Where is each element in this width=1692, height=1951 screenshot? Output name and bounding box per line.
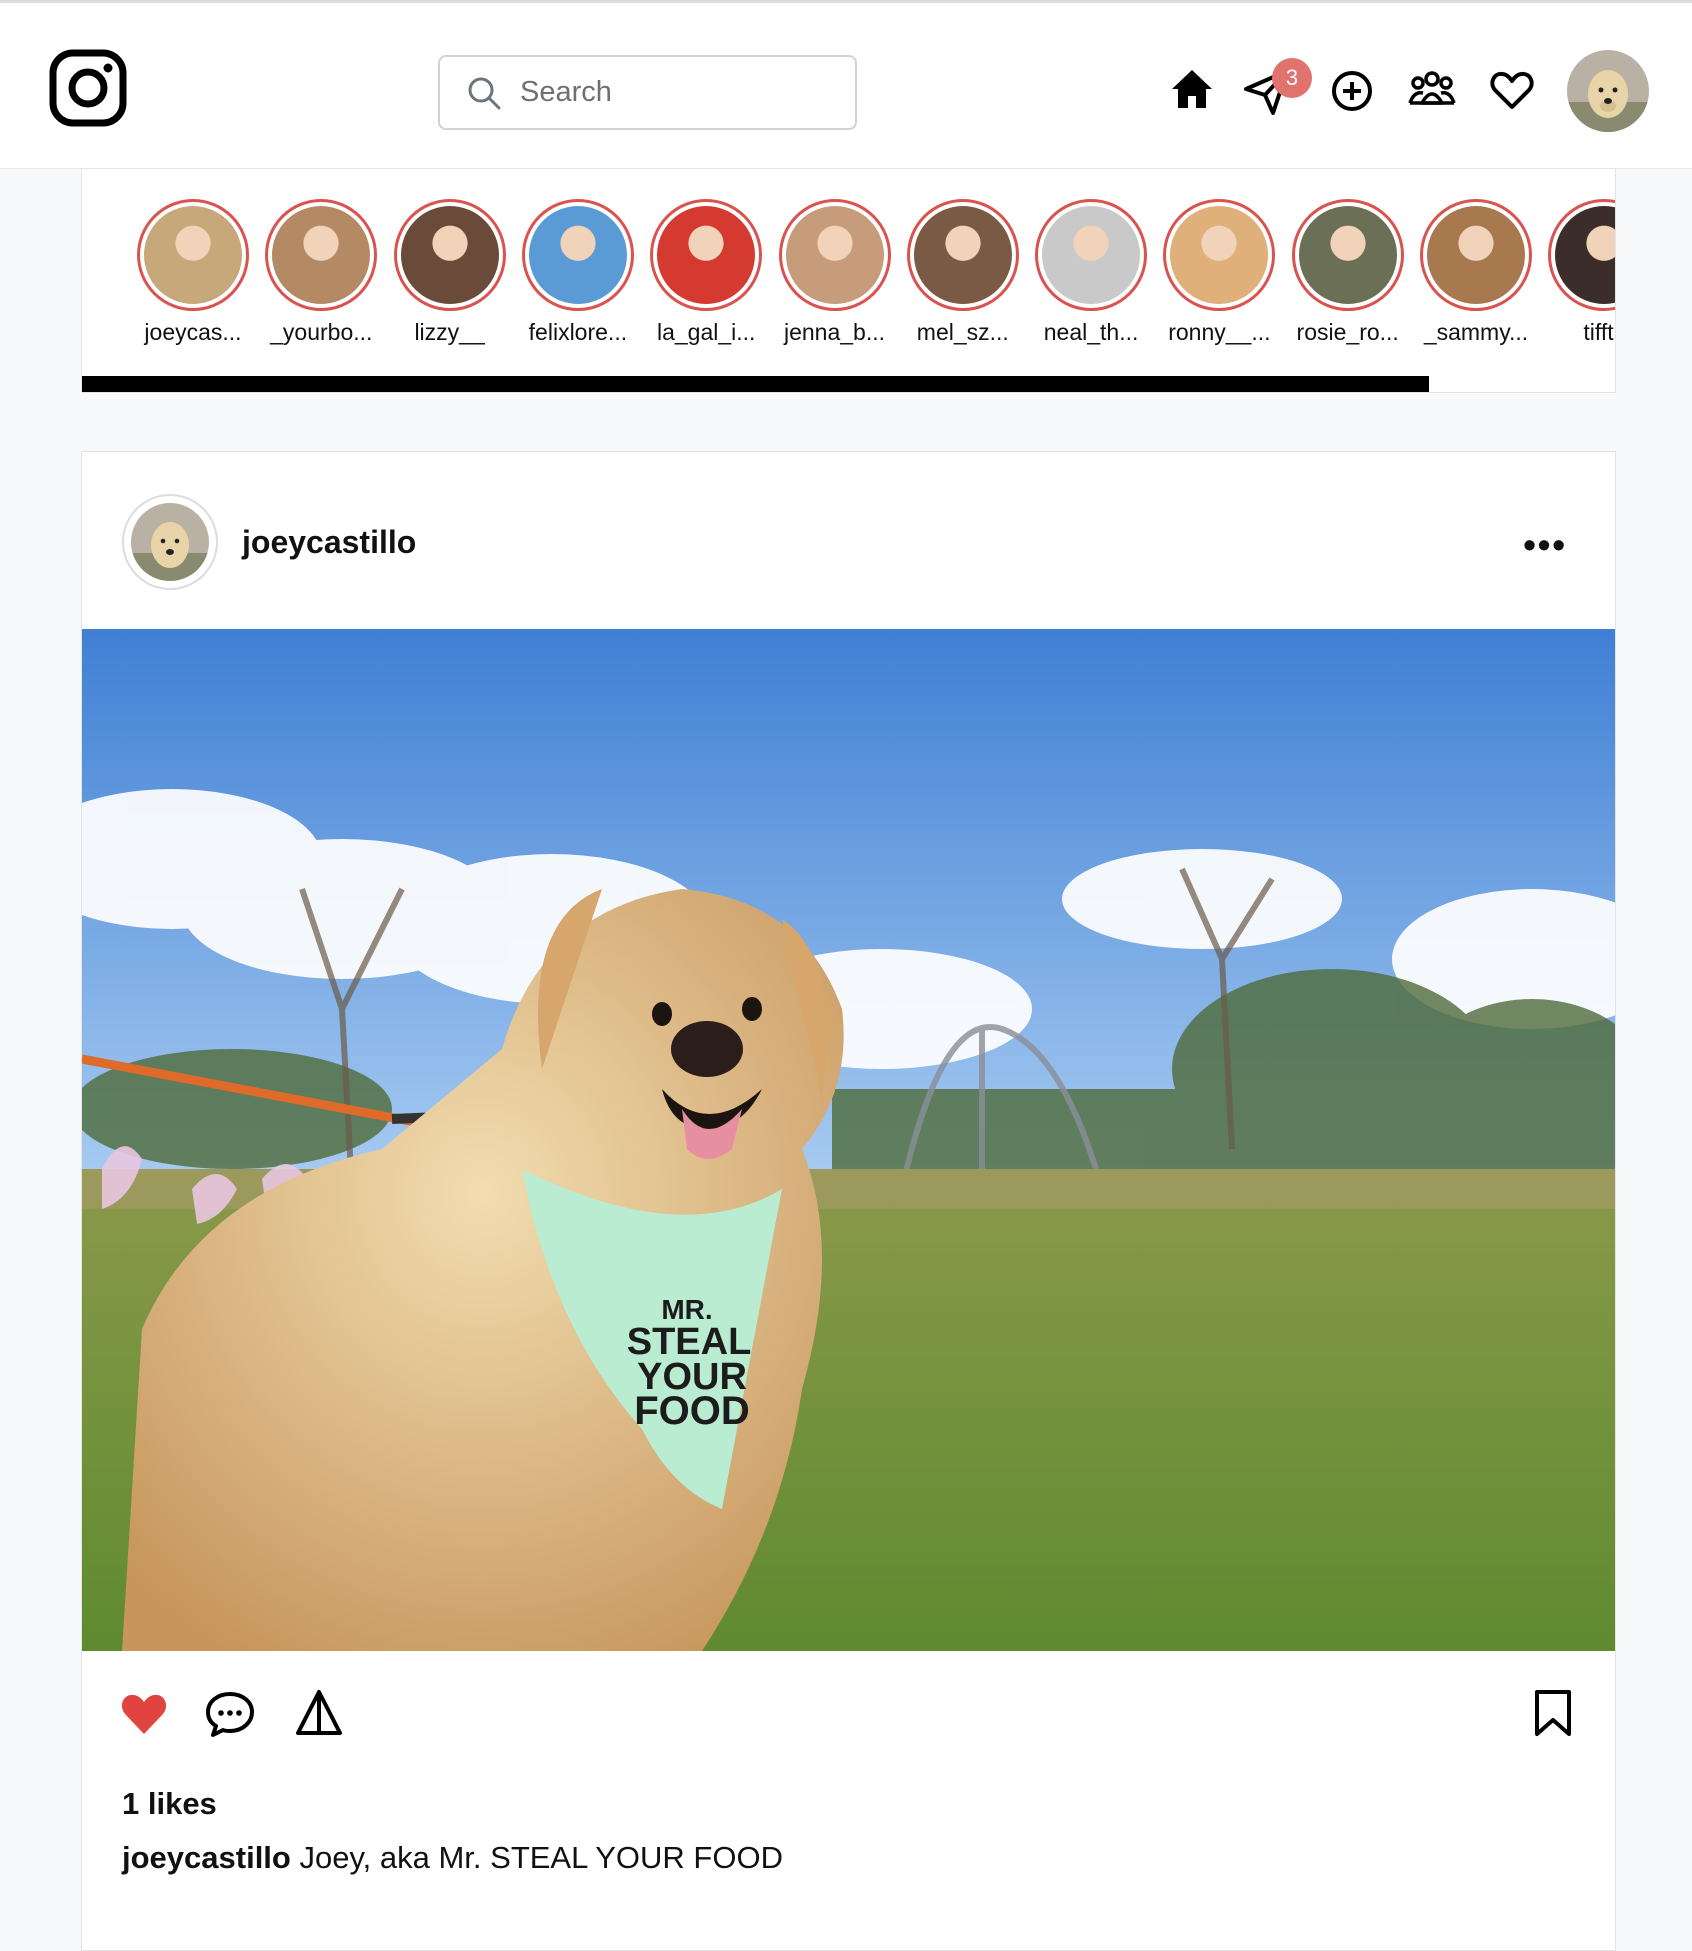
- story-item[interactable]: lizzy__: [386, 199, 514, 346]
- bookmark-icon[interactable]: [1533, 1688, 1573, 1738]
- story-username: joeycas...: [144, 319, 242, 345]
- more-options-icon[interactable]: •••: [1523, 524, 1567, 566]
- bandana-text-4: FOOD: [634, 1389, 750, 1433]
- caption-username[interactable]: joeycastillo: [122, 1840, 291, 1875]
- post-caption: joeycastillo Joey, aka Mr. STEAL YOUR FO…: [122, 1840, 783, 1876]
- like-heart-icon[interactable]: [120, 1692, 168, 1736]
- messages-count-badge: 3: [1272, 58, 1312, 98]
- story-username: rosie_ro...: [1296, 319, 1399, 345]
- search-input[interactable]: [520, 76, 840, 109]
- story-avatar[interactable]: [393, 199, 506, 311]
- story-username: mel_sz...: [916, 319, 1009, 345]
- story-item[interactable]: _yourbo...: [257, 199, 385, 346]
- people-icon[interactable]: [1408, 69, 1456, 109]
- story-username: jenna_b...: [783, 319, 886, 345]
- story-avatar[interactable]: [1035, 199, 1148, 311]
- story-avatar[interactable]: [521, 199, 634, 311]
- story-item[interactable]: mel_sz...: [899, 199, 1027, 346]
- story-item[interactable]: joeycas...: [129, 199, 257, 346]
- comment-icon[interactable]: [205, 1690, 255, 1738]
- story-item[interactable]: jenna_b...: [771, 199, 899, 346]
- search-box[interactable]: [438, 55, 857, 130]
- story-username: ronny__...: [1168, 319, 1271, 345]
- top-navbar: 3: [0, 0, 1692, 169]
- story-item[interactable]: rosie_ro...: [1284, 199, 1412, 346]
- share-icon[interactable]: [294, 1688, 344, 1738]
- story-avatar[interactable]: [265, 199, 378, 311]
- stories-tray: joeycas... _yourbo... lizzy__ felixlore... l…: [81, 169, 1616, 393]
- story-username: tifftif: [1583, 319, 1615, 345]
- story-item[interactable]: ronny__...: [1155, 199, 1283, 346]
- new-post-icon[interactable]: [1330, 69, 1374, 113]
- post-author-avatar[interactable]: [122, 494, 218, 590]
- profile-avatar[interactable]: [1567, 50, 1649, 132]
- story-username: felixlore...: [528, 319, 628, 345]
- story-username: _yourbo...: [270, 319, 373, 345]
- story-item[interactable]: la_gal_i...: [642, 199, 770, 346]
- home-icon[interactable]: [1170, 68, 1214, 110]
- story-avatar[interactable]: [1420, 199, 1532, 311]
- story-avatar[interactable]: [906, 199, 1019, 311]
- story-username: lizzy__: [414, 319, 485, 345]
- activity-heart-icon[interactable]: [1490, 71, 1534, 111]
- profile-photo: [1567, 50, 1649, 132]
- likes-count[interactable]: 1 likes: [122, 1786, 217, 1822]
- story-avatar[interactable]: [1163, 199, 1276, 311]
- stories-scrollbar[interactable]: [82, 376, 1429, 392]
- story-avatar[interactable]: [778, 199, 891, 311]
- story-avatar[interactable]: [650, 199, 763, 311]
- story-item[interactable]: neal_th...: [1027, 199, 1155, 346]
- caption-text: Joey, aka Mr. STEAL YOUR FOOD: [299, 1840, 783, 1875]
- story-item[interactable]: tifftif: [1540, 199, 1615, 346]
- story-username: neal_th...: [1043, 319, 1139, 345]
- post-author-username[interactable]: joeycastillo: [242, 524, 416, 561]
- story-username: _sammy...: [1423, 319, 1529, 345]
- search-icon: [468, 77, 501, 109]
- story-avatar[interactable]: [137, 199, 249, 311]
- feed-post: joeycastillo ••• MR. STEAL YOUR FOOD 1 l…: [81, 451, 1616, 1951]
- story-avatar[interactable]: [1291, 199, 1404, 311]
- story-username: la_gal_i...: [656, 319, 756, 345]
- story-avatar[interactable]: [1548, 199, 1615, 311]
- story-item[interactable]: _sammy...: [1412, 199, 1540, 346]
- post-photo[interactable]: MR. STEAL YOUR FOOD: [82, 629, 1615, 1651]
- instagram-logo-icon[interactable]: [49, 49, 127, 127]
- story-item[interactable]: felixlore...: [514, 199, 642, 346]
